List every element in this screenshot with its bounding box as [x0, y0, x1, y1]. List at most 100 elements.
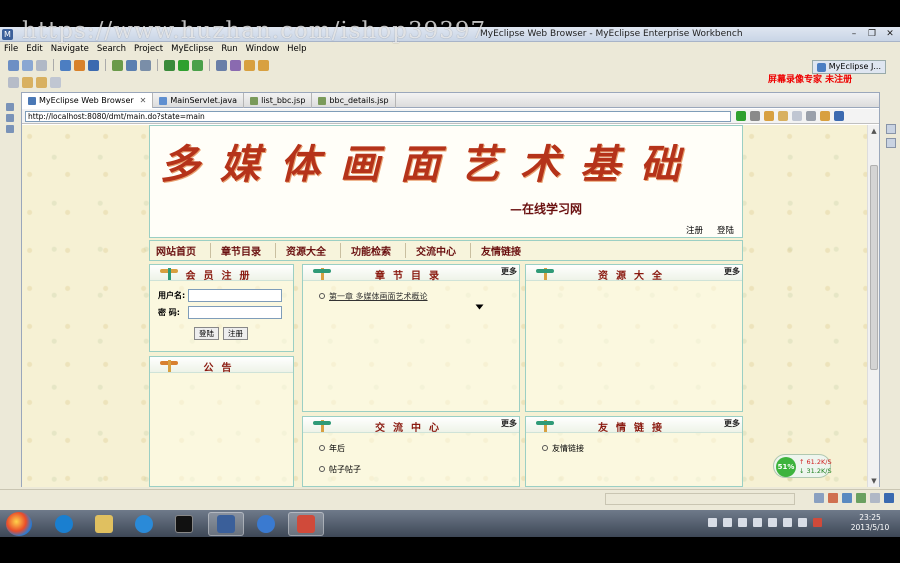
nav-links[interactable]: 友情链接: [481, 243, 535, 258]
tab-list-bbc[interactable]: list_bbc.jsp: [244, 93, 313, 108]
tab-bbc-details[interactable]: bbc_details.jsp: [312, 93, 396, 108]
more-link[interactable]: 更多: [724, 266, 740, 277]
task-sogou[interactable]: [46, 512, 82, 536]
nav-search[interactable]: 功能检索: [351, 243, 406, 258]
tray-display-icon[interactable]: [753, 518, 762, 527]
scroll-up-icon[interactable]: ▲: [870, 127, 878, 135]
menu-search[interactable]: Search: [97, 44, 126, 54]
tray-ime-icon[interactable]: [783, 518, 792, 527]
tray-icon-d[interactable]: [856, 493, 866, 503]
list-item[interactable]: 友情链接: [542, 443, 584, 454]
back-history-icon[interactable]: [8, 76, 19, 88]
username-input[interactable]: [188, 289, 282, 302]
tab-web-browser[interactable]: MyEclipse Web Browser ✕: [22, 93, 154, 108]
arrow-left-icon[interactable]: [36, 76, 47, 88]
open-type-icon[interactable]: [216, 59, 227, 71]
run-icon[interactable]: [178, 59, 189, 71]
settings-icon[interactable]: [750, 111, 760, 121]
close-icon[interactable]: ✕: [140, 93, 147, 108]
back-icon[interactable]: [778, 111, 788, 121]
tray-flag-icon[interactable]: [723, 518, 732, 527]
database-icon[interactable]: [88, 59, 99, 71]
register-link[interactable]: 注册: [686, 224, 703, 236]
favorites-icon[interactable]: [764, 111, 774, 121]
tray-icon-c[interactable]: [842, 493, 852, 503]
debug-icon[interactable]: [164, 59, 175, 71]
go-icon[interactable]: [736, 111, 746, 121]
new-icon[interactable]: [8, 59, 19, 71]
menu-project[interactable]: Project: [134, 44, 163, 54]
tray-icon-b[interactable]: [828, 493, 838, 503]
nav-home[interactable]: 网站首页: [156, 243, 211, 258]
start-button[interactable]: [6, 512, 32, 536]
menu-navigate[interactable]: Navigate: [51, 44, 89, 54]
tray-network-icon[interactable]: [738, 518, 747, 527]
login-link[interactable]: 登陆: [717, 224, 734, 236]
menu-window[interactable]: Window: [246, 44, 280, 54]
tray-arrow-icon[interactable]: [708, 518, 717, 527]
package-explorer-icon[interactable]: [6, 114, 14, 122]
task-player[interactable]: [248, 512, 284, 536]
tray-icon-e[interactable]: [870, 493, 880, 503]
menu-edit[interactable]: Edit: [26, 44, 42, 54]
hierarchy-icon[interactable]: [6, 125, 14, 133]
scroll-thumb[interactable]: [870, 165, 878, 370]
clock[interactable]: 23:25 2013/5/10: [844, 513, 896, 533]
tray-icon-a[interactable]: [814, 493, 824, 503]
nav-chapters[interactable]: 章节目录: [221, 243, 276, 258]
nav-forum[interactable]: 交流中心: [416, 243, 471, 258]
task-myeclipse[interactable]: [208, 512, 244, 536]
web-icon[interactable]: [112, 59, 123, 71]
restore-icon[interactable]: [886, 124, 896, 134]
network-monitor[interactable]: 51% ↑ 61.2K/S ↓ 31.2K/S: [773, 454, 832, 478]
tray-volume-icon[interactable]: [768, 518, 777, 527]
task-explorer[interactable]: [86, 512, 122, 536]
fast-view-icon[interactable]: [4, 493, 18, 505]
vertical-scrollbar[interactable]: ▲ ▼: [867, 125, 879, 487]
list-item[interactable]: 第一章 多媒体画面艺术概论: [319, 291, 428, 302]
close-icon[interactable]: ✕: [884, 28, 896, 40]
folder-icon[interactable]: [244, 59, 255, 71]
menu-help[interactable]: Help: [287, 44, 306, 54]
external-tools-icon[interactable]: [192, 59, 203, 71]
outline-icon[interactable]: [886, 138, 896, 148]
tab-mainservlet[interactable]: MainServlet.java: [153, 93, 245, 108]
refresh-icon[interactable]: [820, 111, 830, 121]
deploy-icon[interactable]: [74, 59, 85, 71]
menu-file[interactable]: File: [4, 44, 18, 54]
save-icon[interactable]: [22, 59, 33, 71]
folder-open-icon[interactable]: [258, 59, 269, 71]
more-link[interactable]: 更多: [724, 418, 740, 429]
more-link[interactable]: 更多: [501, 266, 517, 277]
url-input[interactable]: [25, 111, 731, 122]
password-input[interactable]: [188, 306, 282, 319]
tray-icon-f[interactable]: [884, 493, 894, 503]
edit-prev-icon[interactable]: [22, 76, 33, 88]
scroll-down-icon[interactable]: ▼: [870, 477, 878, 485]
minimize-icon[interactable]: –: [848, 28, 860, 40]
list-item[interactable]: 帖子帖子: [319, 464, 361, 475]
menu-myeclipse[interactable]: MyEclipse: [171, 44, 213, 54]
maximize-icon[interactable]: ❐: [866, 28, 878, 40]
register-button[interactable]: 注册: [223, 327, 248, 340]
server-icon[interactable]: [60, 59, 71, 71]
browser-window-icon[interactable]: [834, 111, 844, 121]
restore-icon[interactable]: [6, 103, 14, 111]
more-link[interactable]: 更多: [501, 418, 517, 429]
menu-run[interactable]: Run: [221, 44, 237, 54]
wizard-icon[interactable]: [126, 59, 137, 71]
tray-keyboard-icon[interactable]: [798, 518, 807, 527]
stop-icon[interactable]: [806, 111, 816, 121]
forward-icon[interactable]: [792, 111, 802, 121]
print-icon[interactable]: [36, 59, 47, 71]
open-task-icon[interactable]: [230, 59, 241, 71]
search-icon[interactable]: [140, 59, 151, 71]
task-ie[interactable]: [126, 512, 162, 536]
arrow-right-icon[interactable]: [50, 76, 61, 88]
list-item[interactable]: 年后: [319, 443, 361, 454]
task-recorder[interactable]: [288, 512, 324, 536]
nav-resources[interactable]: 资源大全: [286, 243, 341, 258]
tray-s-icon[interactable]: [813, 518, 822, 527]
login-button[interactable]: 登陆: [194, 327, 219, 340]
task-console[interactable]: [166, 512, 202, 536]
